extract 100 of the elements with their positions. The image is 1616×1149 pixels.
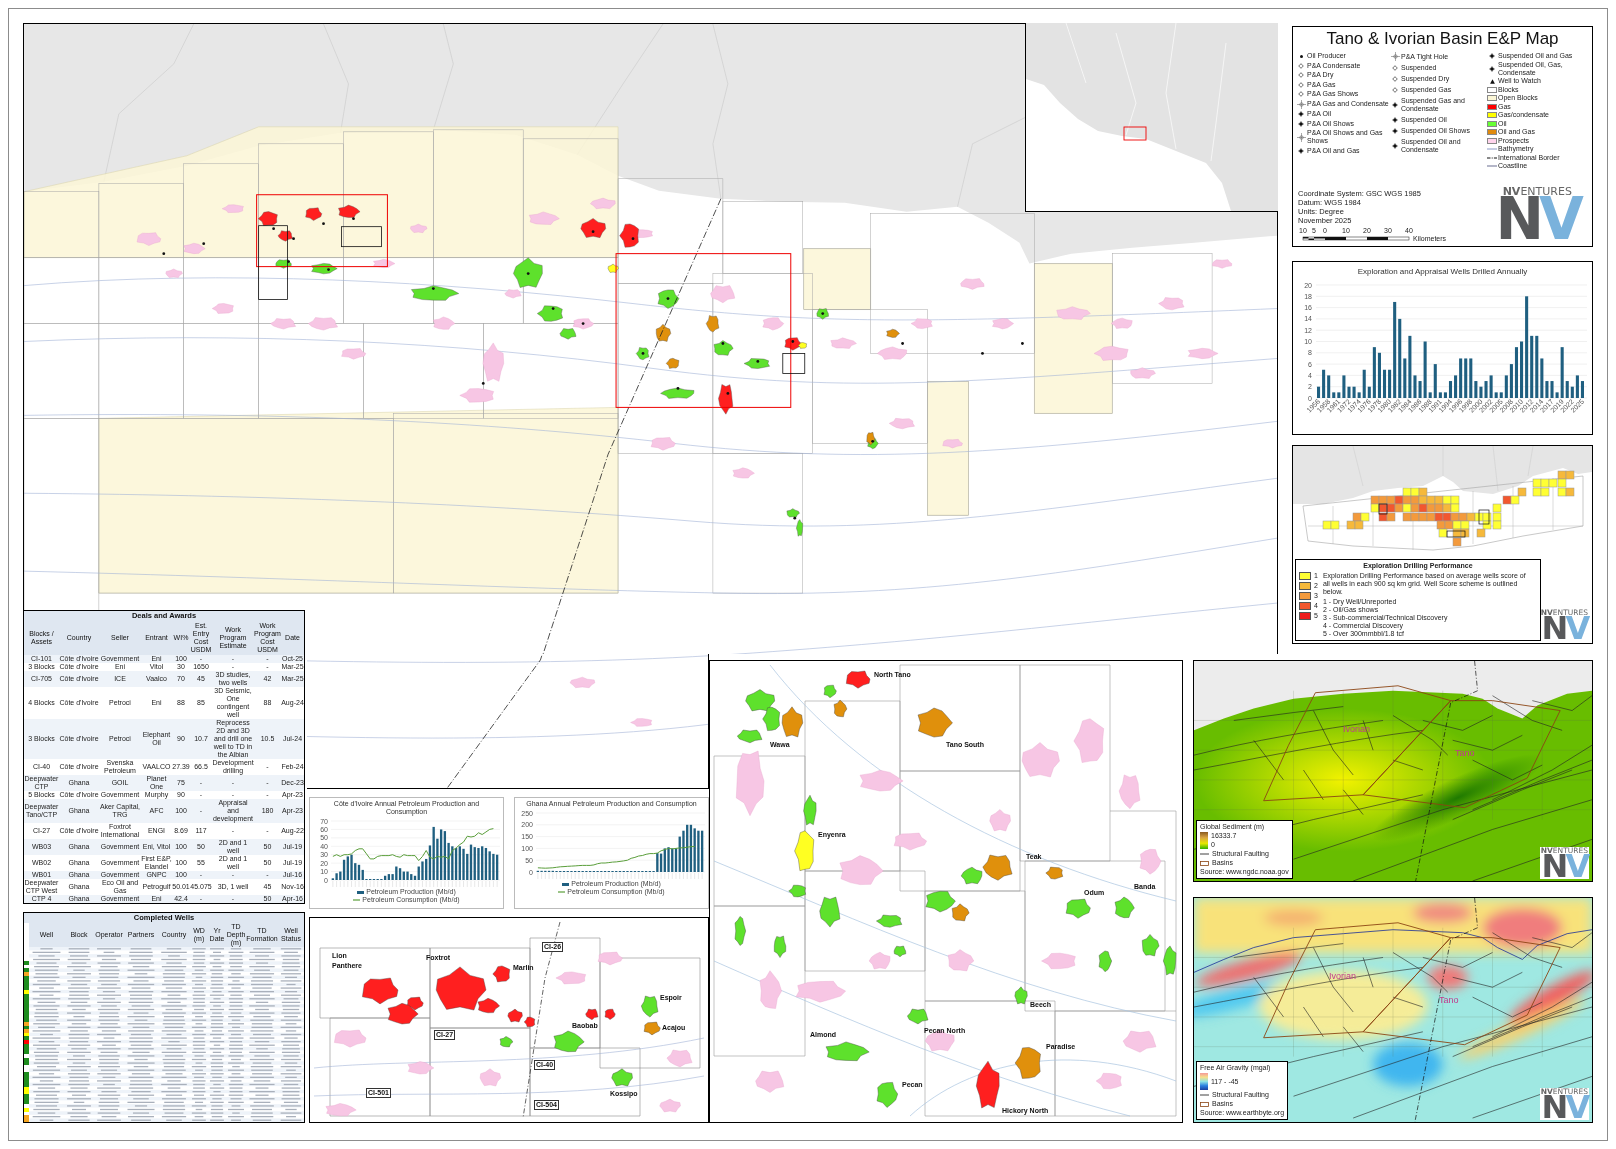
prospect-area <box>859 770 904 792</box>
prospect-area <box>759 970 782 1009</box>
field-area <box>781 706 803 738</box>
prospect-area <box>1139 849 1162 875</box>
open-circle-icon <box>1298 72 1304 78</box>
prospect-area <box>1021 742 1060 778</box>
open-circle-icon <box>1298 62 1304 69</box>
logo-letter: N <box>1541 1095 1566 1120</box>
logo-letter: N <box>1541 616 1566 641</box>
prospect-area <box>989 809 1011 832</box>
field-area <box>499 1036 514 1048</box>
prospect-area <box>1073 718 1104 763</box>
prospect-area <box>555 971 586 985</box>
chart-title: Exploration and Appraisal Wells Drilled Annually <box>1357 267 1528 277</box>
map-title: Tano & Ivorian Basin E&P Map <box>1325 28 1560 50</box>
basin-label: Tano <box>1439 995 1459 1005</box>
prospect-area <box>479 1068 501 1087</box>
field-area <box>846 670 871 689</box>
basin-label: Ivorian <box>1329 971 1356 981</box>
prospect-area <box>659 1098 681 1113</box>
field-area <box>819 896 841 928</box>
color-ramp-icon <box>1200 1073 1208 1090</box>
field-area <box>907 1008 929 1025</box>
field-area <box>976 1061 1000 1109</box>
dash-dot-line-icon <box>1487 156 1497 159</box>
field-area <box>734 916 746 946</box>
line-swatch-icon <box>558 891 566 893</box>
field-area <box>611 1068 633 1087</box>
field-area <box>893 945 906 957</box>
crosshair-icon <box>1390 52 1400 61</box>
prospect-area <box>755 1070 784 1093</box>
prospect-area <box>666 1049 693 1068</box>
line-icon <box>1200 1094 1209 1096</box>
open-circle-icon <box>1392 87 1398 93</box>
field-area <box>1098 950 1112 972</box>
prospect-area <box>1041 953 1076 969</box>
field-area <box>1163 945 1177 976</box>
logo-letter: N <box>1541 854 1566 879</box>
filled-circle-icon <box>1489 65 1495 72</box>
company-wordmark: NVENTURES <box>1502 185 1572 197</box>
filled-circle-icon <box>1392 117 1398 123</box>
field-area <box>492 965 510 983</box>
logo-letter: N <box>1495 196 1540 242</box>
logo-letter: V <box>1565 1095 1588 1120</box>
filled-circle-icon <box>1392 143 1398 149</box>
field-area <box>362 977 399 1005</box>
prospect-area <box>325 1103 357 1116</box>
bar-swatch-icon <box>562 882 570 886</box>
field-area <box>1142 934 1160 957</box>
field-area <box>876 1082 898 1108</box>
outline-rect-icon <box>1200 1101 1209 1107</box>
field-area <box>1014 1047 1041 1079</box>
field-area <box>1045 866 1063 880</box>
prospect-area <box>1095 1073 1122 1089</box>
open-circle-icon <box>1298 81 1304 88</box>
field-area <box>1014 986 1028 1005</box>
prospect-area <box>407 1061 435 1075</box>
field-area <box>641 995 659 1018</box>
prospect-area <box>795 981 846 1003</box>
logo-letter: V <box>1565 854 1588 879</box>
field-area <box>1065 898 1091 919</box>
logo-letter: V <box>1539 196 1579 242</box>
prospect-area <box>1118 774 1141 809</box>
line-icon <box>1200 853 1209 855</box>
filled-circle-icon <box>1298 111 1304 117</box>
prospect-area <box>893 832 927 851</box>
field-area <box>643 1021 661 1036</box>
open-circle-icon <box>1298 91 1304 97</box>
basin-label: Ivorian <box>1343 724 1370 734</box>
prospect-area <box>947 949 974 972</box>
crosshair-icon <box>1296 132 1306 142</box>
field-area <box>917 707 953 738</box>
prospect-area <box>736 750 765 816</box>
field-area <box>788 885 806 898</box>
filled-circle-icon <box>1392 102 1398 108</box>
filled-circle-icon <box>1298 147 1304 154</box>
field-area <box>825 1041 870 1061</box>
filled-circle-icon <box>1298 120 1304 127</box>
field-area <box>833 699 848 717</box>
open-circle-icon <box>1392 76 1398 82</box>
open-circle-icon <box>1392 65 1398 71</box>
prospect-area <box>839 855 884 885</box>
field-area <box>774 935 786 958</box>
outline-rect-icon <box>1200 860 1209 866</box>
dot-icon <box>1299 54 1303 58</box>
field-area <box>604 1009 616 1020</box>
field-area <box>585 1008 599 1020</box>
triangle-icon <box>1489 78 1495 84</box>
field-area <box>794 830 814 871</box>
prospect-area <box>1122 1030 1157 1053</box>
filled-circle-icon <box>1392 128 1398 134</box>
color-ramp-icon <box>1200 832 1208 849</box>
prospect-area <box>334 1029 367 1048</box>
logo-letter: V <box>1565 616 1588 641</box>
filled-circle-icon <box>1489 53 1495 59</box>
field-area <box>803 795 817 826</box>
crosshair-icon <box>1296 99 1306 109</box>
field-area <box>1114 896 1135 918</box>
prospect-area <box>597 951 623 966</box>
field-area <box>823 685 837 698</box>
